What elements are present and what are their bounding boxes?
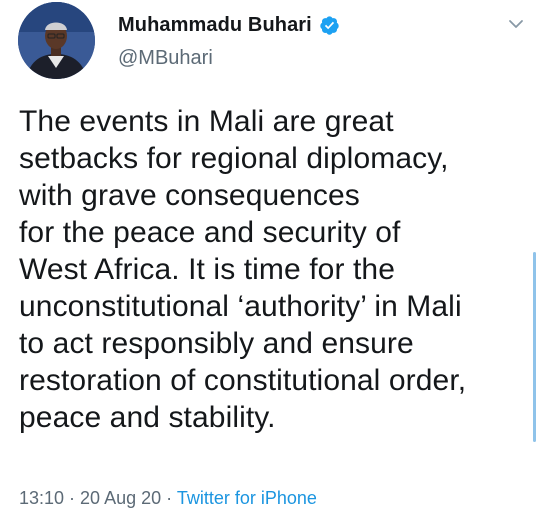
verified-badge-icon bbox=[320, 16, 339, 35]
tweet-text-line: for the peace and security of bbox=[19, 216, 401, 249]
tweet-text-line: peace and stability. bbox=[19, 401, 276, 434]
tweet-text-line: restoration of constitutional order, bbox=[19, 364, 467, 397]
tweet-text-line: unconstitutional ‘authority’ in Mali bbox=[19, 290, 462, 323]
tweet-text-line: to act responsibly and ensure bbox=[19, 327, 414, 360]
avatar[interactable] bbox=[18, 2, 95, 79]
chevron-down-icon bbox=[509, 20, 523, 28]
tweet-text-line: with grave consequences bbox=[19, 179, 360, 212]
avatar-image bbox=[18, 2, 95, 79]
tweet-text-line: West Africa. It is time for the bbox=[19, 253, 395, 286]
display-name[interactable]: Muhammadu Buhari bbox=[118, 14, 312, 37]
tweet-menu-button[interactable] bbox=[505, 13, 527, 35]
meta-separator: · bbox=[161, 488, 177, 508]
tweet-text: The events in Mali are great setbacks fo… bbox=[19, 103, 529, 436]
tweet-source-link[interactable]: Twitter for iPhone bbox=[177, 488, 317, 508]
tweet-text-line: The events in Mali are great bbox=[19, 105, 394, 138]
author-handle[interactable]: @MBuhari bbox=[118, 47, 213, 70]
tweet-text-line: setbacks for regional diplomacy, bbox=[19, 142, 449, 175]
tweet-date[interactable]: 20 Aug 20 bbox=[80, 488, 161, 508]
scrollbar[interactable] bbox=[533, 252, 536, 442]
author-name-row[interactable]: Muhammadu Buhari bbox=[118, 14, 340, 37]
tweet-time[interactable]: 13:10 bbox=[19, 488, 64, 508]
meta-separator: · bbox=[64, 488, 81, 508]
tweet-card[interactable]: Muhammadu Buhari @MBuhari The events in … bbox=[0, 0, 540, 515]
tweet-meta: 13:10 · 20 Aug 20 · Twitter for iPhone bbox=[19, 488, 317, 509]
